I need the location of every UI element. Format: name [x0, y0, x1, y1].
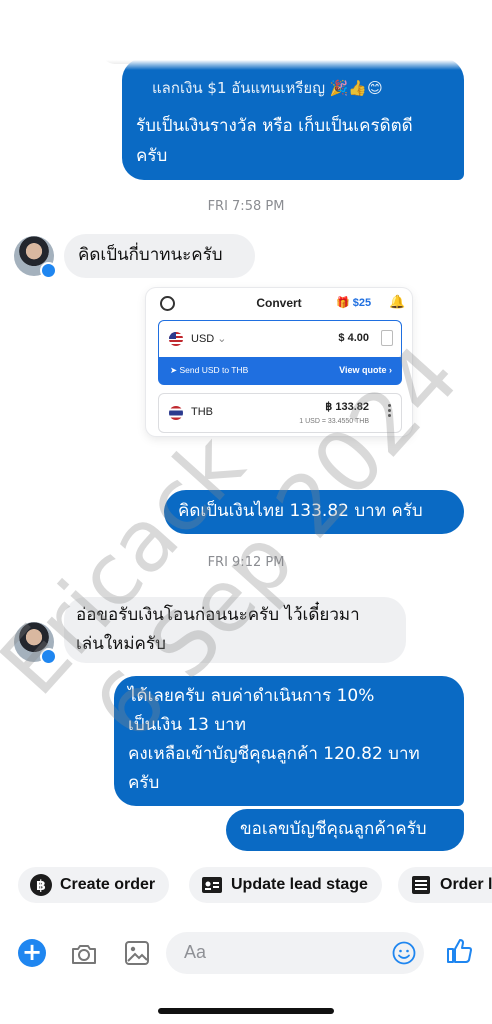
from-currency-label: USD ⌄ [191, 333, 227, 345]
message-text: ขอเลขบัญชีคุณลูกค้าครับ [240, 819, 427, 839]
plus-icon[interactable]: + [18, 939, 46, 967]
message-text: ครับ [128, 773, 160, 793]
message-bubble-outgoing[interactable]: แลกเงิน $1 อันแทนเหรียญ 🎉👍😊 รับเป็นเงินร… [122, 58, 464, 180]
thumbs-up-icon[interactable] [444, 936, 474, 966]
gift-badge: 🎁 $25 [336, 297, 372, 309]
timestamp: FRI 9:12 PM [207, 555, 285, 570]
to-currency-label: THB [191, 406, 213, 418]
baht-circle-icon: ฿ [30, 874, 52, 896]
quick-reply-label: Order l [440, 876, 492, 893]
message-text: เป็นเงิน 13 บาท [128, 715, 246, 735]
messenger-badge-icon [40, 262, 57, 279]
message-text: ได้เลยครับ ลบค่าดำเนินการ 10% [128, 686, 375, 706]
message-text-partial: แลกเงิน $1 อันแทนเหรียญ 🎉👍😊 [152, 79, 383, 97]
card-title: Convert [256, 296, 302, 310]
quick-reply-label: Update lead stage [231, 876, 368, 893]
from-amount: $ 4.00 [338, 332, 369, 344]
message-bubble-outgoing[interactable]: ขอเลขบัญชีคุณลูกค้าครับ [226, 809, 464, 851]
image-icon[interactable] [124, 940, 150, 966]
message-text: เล่นใหม่ครับ [76, 634, 166, 654]
to-currency-row: THB ฿ 133.82 1 USD = 33.4550 THB [158, 393, 402, 433]
bell-icon: 🔔 [389, 295, 406, 310]
message-bubble-outgoing[interactable]: คิดเป็นเงินไทย 133.82 บาท ครับ [164, 490, 464, 534]
home-indicator [158, 1008, 334, 1014]
emoji-icon[interactable] [392, 941, 416, 965]
view-quote-link: View quote › [339, 365, 392, 375]
back-button[interactable] [22, 16, 50, 44]
contact-avatar[interactable] [66, 12, 104, 50]
message-text: รับเป็นเงินรางวัล หรือ เก็บเป็นเครดิตดี [136, 116, 413, 136]
contact-name-redacted [101, 0, 375, 64]
send-label: ➤ Send USD to THB [170, 365, 249, 375]
chat-header: ฿ [0, 0, 492, 66]
us-flag-icon [169, 332, 183, 346]
message-composer: + Aa [0, 920, 492, 990]
gift-icon: 🎁 [336, 297, 350, 309]
svg-text:฿: ฿ [36, 878, 46, 894]
timestamp: FRI 7:58 PM [207, 199, 285, 214]
messenger-badge-icon [40, 648, 57, 665]
message-bubble-incoming[interactable]: คิดเป็นกี่บาทนะครับ [64, 234, 255, 278]
thai-flag-icon [169, 406, 183, 420]
more-options-icon[interactable] [446, 18, 466, 46]
send-bar: ➤ Send USD to THB View quote › [158, 358, 402, 385]
message-text: คิดเป็นเงินไทย 133.82 บาท ครับ [178, 501, 423, 521]
quick-reply-label: Create order [60, 876, 156, 893]
message-bubble-incoming[interactable]: อ่อขอรับเงินโอนก่อนนะครับ ไว้เดี๋ยวมา เล… [64, 597, 406, 663]
calculator-icon [381, 330, 393, 346]
exchange-rate: 1 USD = 33.4550 THB [299, 418, 369, 425]
quick-reply-order[interactable]: Order l [398, 867, 492, 903]
message-text: อ่อขอรับเงินโอนก่อนนะครับ ไว้เดี๋ยวมา [76, 605, 360, 625]
message-input-placeholder: Aa [184, 942, 207, 962]
more-icon [388, 404, 391, 417]
message-input[interactable]: Aa [166, 932, 424, 974]
quick-reply-update-lead-stage[interactable]: Update lead stage [189, 867, 382, 903]
payment-button[interactable]: ฿ [392, 18, 416, 46]
id-card-icon [201, 874, 223, 896]
currency-convert-image[interactable]: Convert 🎁 $25 🔔 USD ⌄ $ 4.00 ➤ Send USD … [146, 288, 412, 436]
message-bubble-outgoing[interactable]: ได้เลยครับ ลบค่าดำเนินการ 10% เป็นเงิน 1… [114, 676, 464, 806]
camera-icon[interactable] [70, 940, 98, 968]
to-amount: ฿ 133.82 [325, 401, 369, 413]
message-text: คงเหลือเข้าบัญชีคุณลูกค้า 120.82 บาท [128, 744, 420, 764]
message-text: ครับ [136, 146, 168, 166]
message-text: คิดเป็นกี่บาทนะครับ [78, 245, 223, 265]
chevron-left-icon [30, 19, 42, 41]
from-currency-row: USD ⌄ $ 4.00 [158, 320, 402, 358]
quick-reply-create-order[interactable]: ฿ Create order [18, 867, 170, 903]
list-icon [410, 874, 432, 896]
